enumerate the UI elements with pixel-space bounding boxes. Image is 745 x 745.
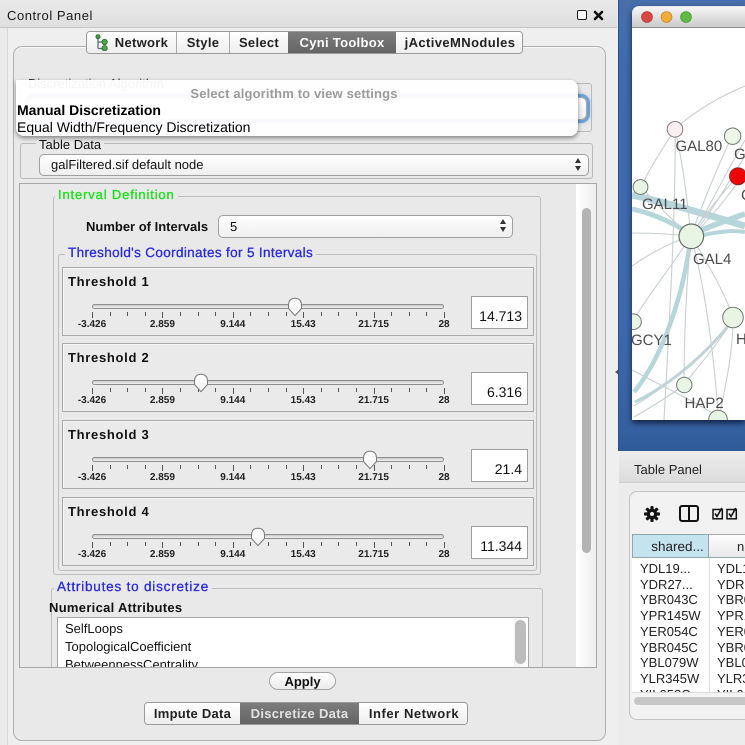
svg-text:HI: HI [736, 331, 745, 348]
svg-text:GAL4: GAL4 [693, 251, 731, 268]
svg-text:HAP2: HAP2 [685, 395, 724, 412]
svg-text:GAL80: GAL80 [676, 138, 723, 155]
svg-text:GAL11: GAL11 [642, 196, 688, 213]
svg-text:GCY1: GCY1 [632, 332, 672, 349]
svg-text:C: C [741, 187, 745, 204]
svg-text:GA: GA [734, 146, 745, 163]
